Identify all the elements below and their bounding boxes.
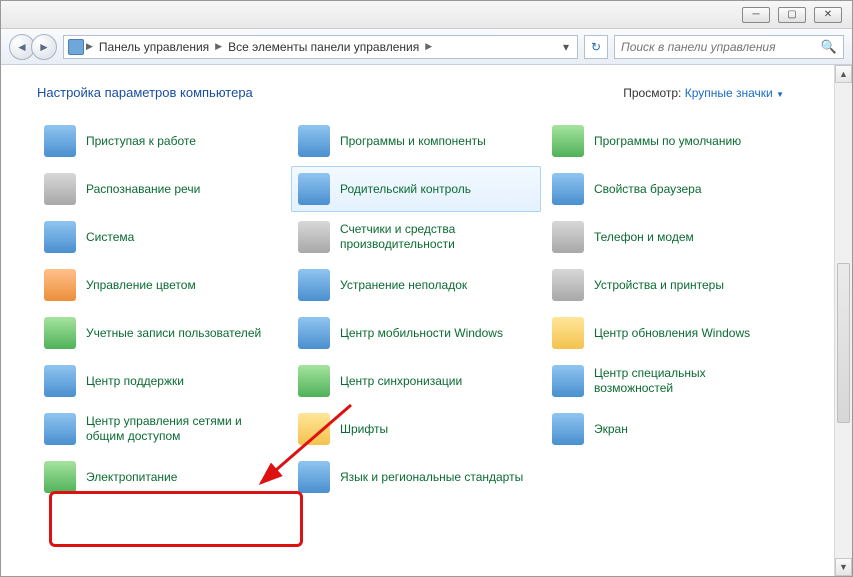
item-label: Центр управления сетями и общим доступом (86, 414, 276, 444)
chevron-right-icon: ▶ (425, 41, 432, 52)
item-label: Устройства и принтеры (594, 278, 724, 293)
scroll-down-button[interactable]: ▼ (835, 558, 852, 576)
control-panel-item[interactable]: Родительский контроль (291, 166, 541, 212)
scroll-thumb[interactable] (837, 263, 850, 423)
item-label: Экран (594, 422, 628, 437)
item-label: Родительский контроль (340, 182, 471, 197)
control-panel-item[interactable]: Устройства и принтеры (545, 262, 795, 308)
control-panel-item[interactable]: Счетчики и средства производительности (291, 214, 541, 260)
item-label: Центр мобильности Windows (340, 326, 503, 341)
view-selector: Просмотр: Крупные значки ▼ (623, 86, 784, 100)
minimize-button[interactable]: ─ (742, 7, 770, 23)
sync-icon (298, 365, 330, 397)
items-grid: Приступая к работе Программы и компоненты… (37, 118, 824, 500)
content-area: Настройка параметров компьютера Просмотр… (1, 65, 834, 576)
fonts-icon (298, 413, 330, 445)
item-label: Программы по умолчанию (594, 134, 741, 149)
item-label: Центр синхронизации (340, 374, 462, 389)
control-panel-item[interactable]: Язык и региональные стандарты (291, 454, 541, 500)
control-panel-item[interactable]: Центр специальных возможностей (545, 358, 795, 404)
item-label: Программы и компоненты (340, 134, 486, 149)
item-label: Управление цветом (86, 278, 196, 293)
item-label: Распознавание речи (86, 182, 200, 197)
control-panel-item[interactable]: Управление цветом (37, 262, 287, 308)
devices-icon (552, 269, 584, 301)
troubleshoot-icon (298, 269, 330, 301)
ease-access-icon (552, 365, 584, 397)
item-label: Свойства браузера (594, 182, 702, 197)
item-label: Центр специальных возможностей (594, 366, 784, 396)
performance-icon (298, 221, 330, 253)
item-label: Счетчики и средства производительности (340, 222, 530, 252)
network-icon (44, 413, 76, 445)
mobility-icon (298, 317, 330, 349)
forward-button[interactable]: ► (31, 34, 57, 60)
speech-icon (44, 173, 76, 205)
chevron-down-icon: ▼ (776, 90, 784, 99)
system-icon (44, 221, 76, 253)
scroll-up-button[interactable]: ▲ (835, 65, 852, 83)
internet-options-icon (552, 173, 584, 205)
control-panel-item[interactable]: Устранение неполадок (291, 262, 541, 308)
control-panel-item[interactable]: Экран (545, 406, 795, 452)
phone-icon (552, 221, 584, 253)
chevron-right-icon: ▶ (86, 41, 93, 52)
close-button[interactable]: ✕ (814, 7, 842, 23)
maximize-button[interactable]: ▢ (778, 7, 806, 23)
nav-toolbar: ◄ ► ▶ Панель управления ▶ Все элементы п… (1, 29, 852, 65)
parental-icon (298, 173, 330, 205)
item-label: Язык и региональные стандарты (340, 470, 523, 485)
scroll-track[interactable] (835, 83, 852, 558)
update-icon (552, 317, 584, 349)
breadcrumb-dropdown-icon[interactable]: ▾ (559, 40, 573, 54)
control-panel-item[interactable]: Центр мобильности Windows (291, 310, 541, 356)
control-panel-item[interactable]: Центр управления сетями и общим доступом (37, 406, 287, 452)
breadcrumb-item-control-panel[interactable]: Панель управления (95, 38, 213, 56)
search-input[interactable] (621, 40, 815, 54)
view-label: Просмотр: (623, 86, 681, 100)
search-icon[interactable]: 🔍 (821, 39, 837, 55)
item-label: Учетные записи пользователей (86, 326, 261, 341)
control-panel-item[interactable]: Программы по умолчанию (545, 118, 795, 164)
search-box[interactable]: 🔍 (614, 35, 844, 59)
control-panel-item[interactable]: Учетные записи пользователей (37, 310, 287, 356)
chevron-right-icon: ▶ (215, 41, 222, 52)
programs-icon (298, 125, 330, 157)
color-mgmt-icon (44, 269, 76, 301)
item-label: Центр обновления Windows (594, 326, 750, 341)
item-label: Система (86, 230, 134, 245)
item-label: Электропитание (86, 470, 177, 485)
control-panel-item[interactable]: Система (37, 214, 287, 260)
breadcrumb[interactable]: ▶ Панель управления ▶ Все элементы панел… (63, 35, 578, 59)
vertical-scrollbar[interactable]: ▲ ▼ (834, 65, 852, 576)
refresh-button[interactable]: ↻ (584, 35, 608, 59)
getting-started-icon (44, 125, 76, 157)
action-center-icon (44, 365, 76, 397)
breadcrumb-item-all-items[interactable]: Все элементы панели управления (224, 38, 423, 56)
users-icon (44, 317, 76, 349)
window-titlebar: ─ ▢ ✕ (1, 1, 852, 29)
control-panel-item[interactable]: Шрифты (291, 406, 541, 452)
control-panel-item[interactable]: Свойства браузера (545, 166, 795, 212)
default-programs-icon (552, 125, 584, 157)
region-icon (298, 461, 330, 493)
control-panel-item[interactable]: Программы и компоненты (291, 118, 541, 164)
item-label: Телефон и модем (594, 230, 694, 245)
item-label: Устранение неполадок (340, 278, 467, 293)
control-panel-item[interactable]: Приступая к работе (37, 118, 287, 164)
control-panel-item[interactable]: Распознавание речи (37, 166, 287, 212)
item-label: Шрифты (340, 422, 388, 437)
item-label: Приступая к работе (86, 134, 196, 149)
display-icon (552, 413, 584, 445)
control-panel-item[interactable]: Центр обновления Windows (545, 310, 795, 356)
control-panel-item[interactable]: Телефон и модем (545, 214, 795, 260)
control-panel-item[interactable]: Центр синхронизации (291, 358, 541, 404)
page-title: Настройка параметров компьютера (37, 85, 253, 100)
view-value[interactable]: Крупные значки ▼ (685, 86, 784, 100)
control-panel-item[interactable]: Электропитание (37, 454, 287, 500)
item-label: Центр поддержки (86, 374, 184, 389)
power-icon (44, 461, 76, 493)
control-panel-icon (68, 39, 84, 55)
control-panel-item[interactable]: Центр поддержки (37, 358, 287, 404)
